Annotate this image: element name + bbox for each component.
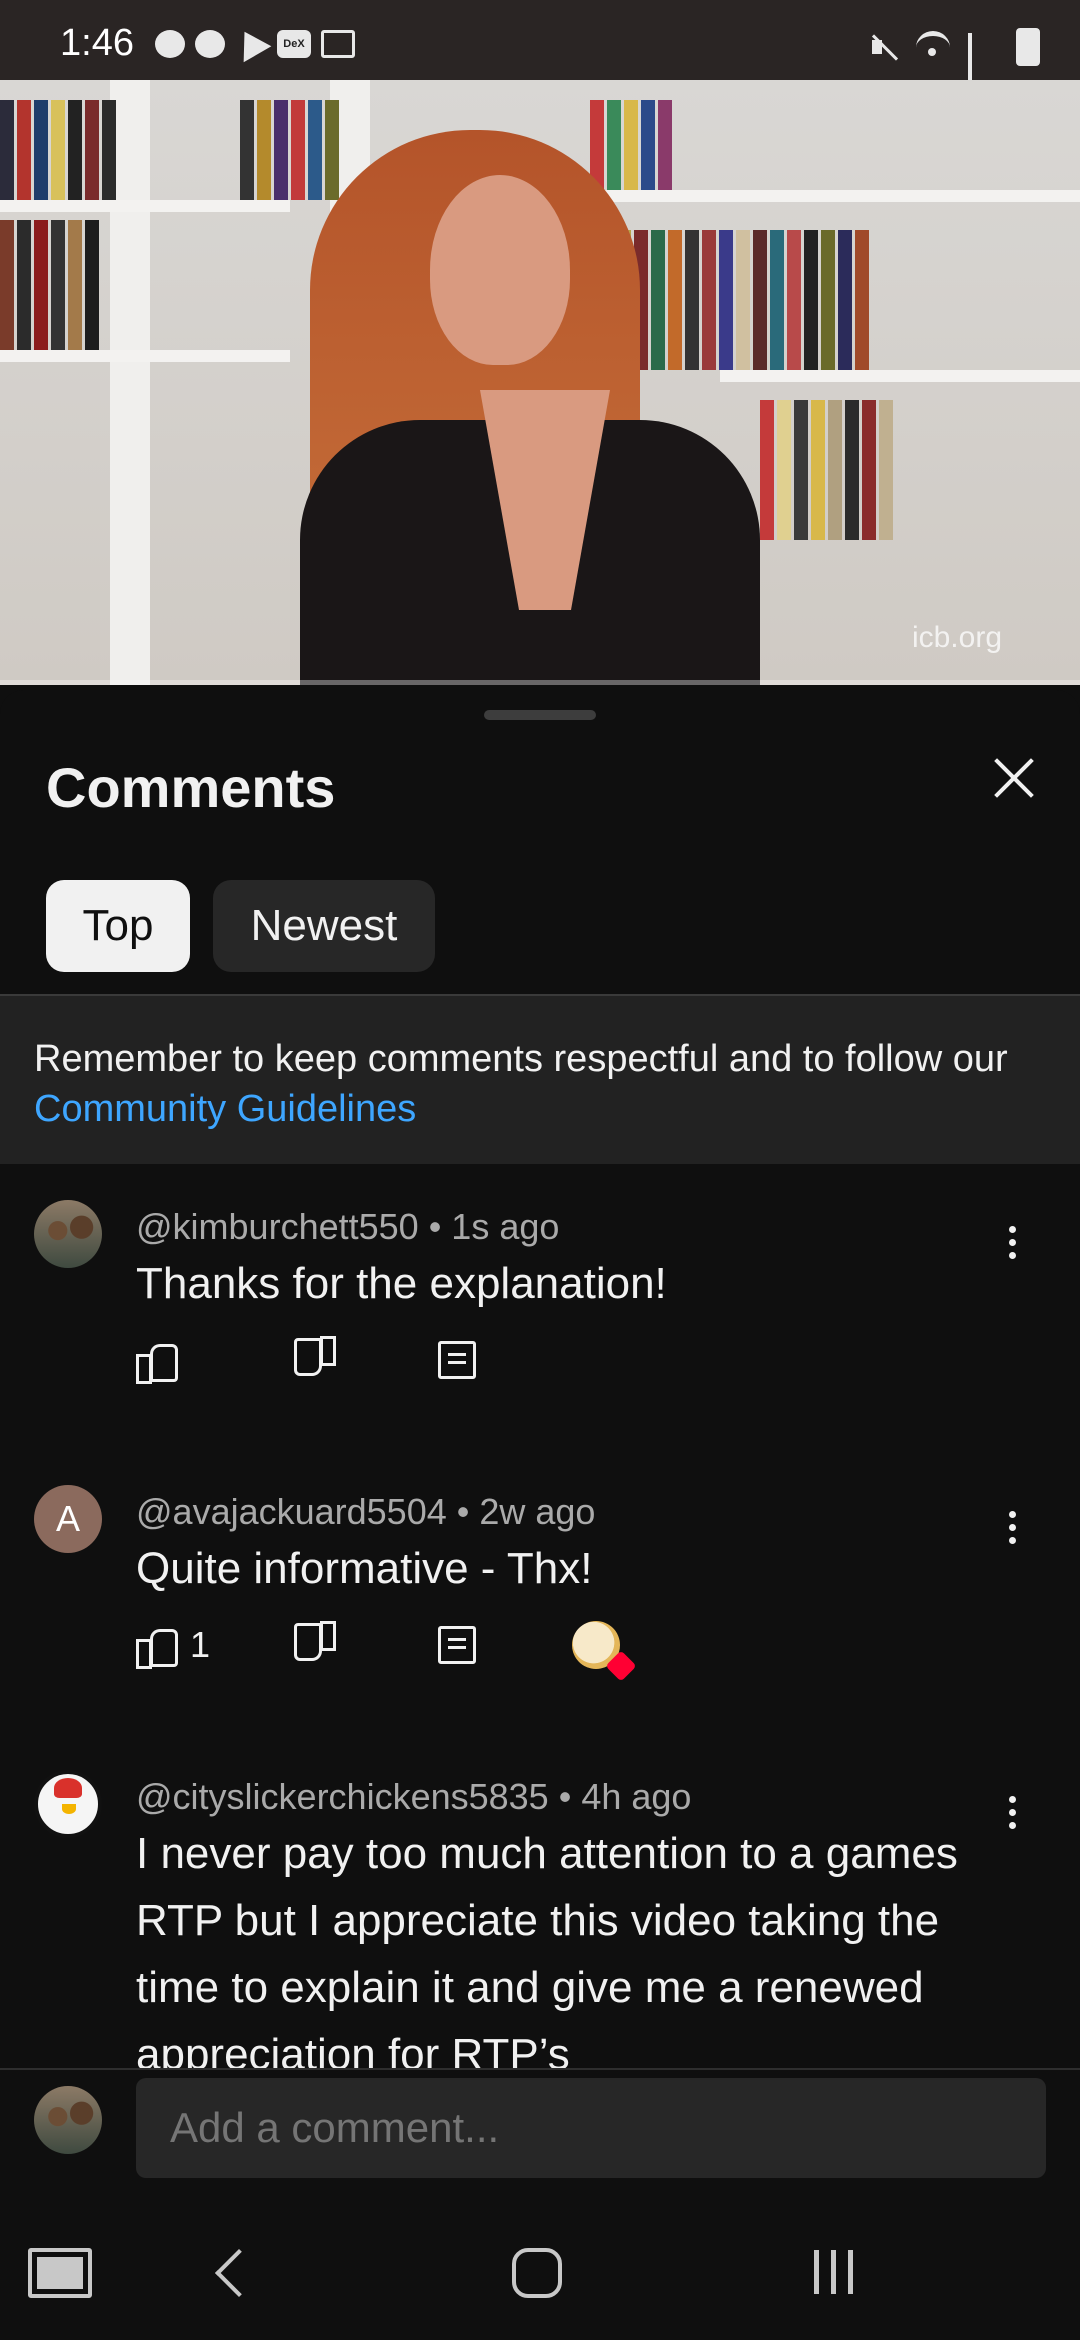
battery-charging-icon (1016, 28, 1040, 66)
comment-text: I never pay too much attention to a game… (136, 1829, 958, 2068)
drag-handle[interactable] (484, 710, 596, 720)
comments-sheet: Comments Top Newest Remember to keep com… (0, 690, 1080, 2340)
comment-time: 2w ago (479, 1491, 596, 1532)
thumbs-up-icon (136, 1340, 178, 1384)
comment-time: 1s ago (451, 1206, 560, 1247)
avatar[interactable] (34, 1770, 102, 1838)
notification-icons: DeX (155, 23, 355, 63)
navigation-bar (0, 2210, 1080, 2340)
like-count: 1 (190, 1624, 211, 1665)
shelf (720, 370, 1080, 382)
dex-mode-icon[interactable] (28, 2248, 92, 2298)
comment-meta: @avajackuard5504 • 2w ago (136, 1491, 596, 1532)
recent-apps-icon[interactable] (814, 2250, 853, 2294)
thumbs-up-icon (136, 1625, 178, 1669)
thumbs-down-icon (296, 1340, 336, 1380)
reply-icon (438, 1626, 476, 1664)
guidelines-notice-message: Remember to keep comments respectful and… (34, 1038, 1008, 1080)
guidelines-notice-text: Remember to keep comments respectful and… (34, 1034, 1008, 1134)
comment-actions (136, 1330, 736, 1390)
community-guidelines-link[interactable]: Community Guidelines (34, 1088, 416, 1130)
books (0, 100, 116, 200)
creator-heart-icon (572, 1621, 637, 1682)
books (760, 400, 893, 540)
reply-icon (438, 1341, 476, 1379)
comment-actions: 1 (136, 1615, 736, 1682)
reply-button[interactable] (438, 1615, 476, 1675)
guidelines-notice: Remember to keep comments respectful and… (0, 994, 1080, 1164)
dislike-button[interactable] (296, 1615, 336, 1675)
comment-meta: @cityslickerchickens5835 • 4h ago (136, 1776, 692, 1817)
comments-title: Comments (46, 756, 336, 819)
filter-chip-top[interactable]: Top (46, 880, 190, 972)
thumbs-down-icon (296, 1625, 336, 1665)
comment-text: Quite informative - Thx! (136, 1544, 593, 1593)
shelf (0, 200, 290, 212)
telegram-icon (230, 23, 272, 63)
bookshelf-frame (110, 80, 150, 685)
comment-item: @cityslickerchickens5835 • 4h ago I neve… (0, 1770, 1080, 2068)
comment-meta: @kimburchett550 • 1s ago (136, 1206, 560, 1247)
avatar[interactable]: A (34, 1485, 102, 1553)
home-icon[interactable] (512, 2248, 562, 2298)
user-avatar (34, 2086, 102, 2154)
add-comment-input[interactable] (136, 2078, 1046, 2178)
status-time: 1:46 (60, 22, 134, 64)
like-button[interactable] (136, 1330, 178, 1390)
dislike-button[interactable] (296, 1330, 336, 1390)
more-options-icon[interactable] (1000, 1505, 1024, 1555)
system-icons (868, 28, 1040, 101)
messenger-icon (195, 30, 225, 58)
video-player[interactable]: icb.org (0, 80, 1080, 685)
video-watermark: icb.org (911, 621, 1002, 654)
video-progress-bar[interactable] (0, 680, 1080, 685)
comment-author[interactable]: @avajackuard5504 (136, 1491, 447, 1532)
wifi-icon (916, 30, 950, 64)
more-options-icon[interactable] (1000, 1790, 1024, 1840)
creator-heart (572, 1615, 637, 1682)
presenter (290, 120, 770, 685)
more-options-icon[interactable] (1000, 1220, 1024, 1270)
add-comment-bar (0, 2070, 1080, 2190)
comment-time: 4h ago (581, 1776, 692, 1817)
filter-chip-newest[interactable]: Newest (213, 880, 435, 972)
avatar[interactable] (34, 1200, 102, 1268)
calendar-icon (321, 30, 355, 58)
close-icon[interactable] (984, 748, 1044, 808)
comment-author[interactable]: @cityslickerchickens5835 (136, 1776, 549, 1817)
like-button[interactable]: 1 (136, 1615, 210, 1675)
mute-icon (868, 32, 898, 62)
comment-text: Thanks for the explanation! (136, 1259, 667, 1308)
back-icon[interactable] (214, 2248, 264, 2298)
dex-icon: DeX (277, 30, 311, 58)
reply-button[interactable] (438, 1330, 476, 1390)
shelf (0, 350, 290, 362)
chat-bubble-icon (155, 30, 185, 58)
books (0, 220, 99, 350)
status-bar: 1:46 DeX (0, 0, 1080, 101)
comment-author[interactable]: @kimburchett550 (136, 1206, 419, 1247)
signal-icon (968, 33, 998, 101)
